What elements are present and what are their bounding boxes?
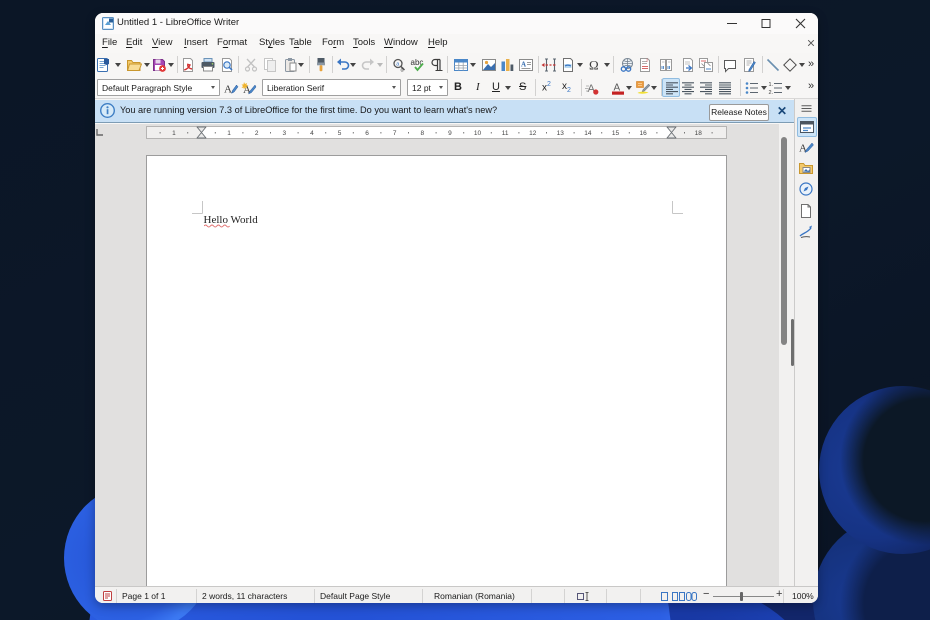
svg-text:1.: 1. bbox=[769, 82, 774, 88]
svg-text:15: 15 bbox=[612, 130, 620, 137]
svg-text:5: 5 bbox=[338, 130, 342, 137]
svg-text:11: 11 bbox=[502, 130, 509, 137]
svg-text:13: 13 bbox=[557, 130, 565, 137]
svg-text:d: d bbox=[401, 68, 404, 74]
svg-text:12: 12 bbox=[529, 130, 537, 137]
svg-text:i: i bbox=[647, 58, 648, 64]
svg-text:9: 9 bbox=[448, 130, 452, 137]
svg-text:7: 7 bbox=[393, 130, 397, 137]
svg-text:4: 4 bbox=[310, 130, 314, 137]
svg-text:2: 2 bbox=[255, 130, 259, 137]
svg-text:A: A bbox=[224, 84, 232, 96]
svg-text:1: 1 bbox=[172, 130, 176, 137]
svg-text:6: 6 bbox=[365, 130, 369, 137]
svg-text:8: 8 bbox=[420, 130, 424, 137]
svg-text:1: 1 bbox=[227, 130, 231, 137]
svg-text:a: a bbox=[396, 61, 400, 67]
svg-text:2.: 2. bbox=[769, 90, 774, 96]
svg-text:3: 3 bbox=[282, 130, 286, 137]
svg-text:A: A bbox=[799, 143, 807, 155]
svg-text:A: A bbox=[521, 61, 526, 69]
svg-text:16: 16 bbox=[639, 130, 647, 137]
svg-text:10: 10 bbox=[474, 130, 482, 137]
svg-text:Ω: Ω bbox=[589, 58, 599, 73]
svg-text:18: 18 bbox=[695, 130, 703, 137]
svg-text:14: 14 bbox=[584, 130, 592, 137]
